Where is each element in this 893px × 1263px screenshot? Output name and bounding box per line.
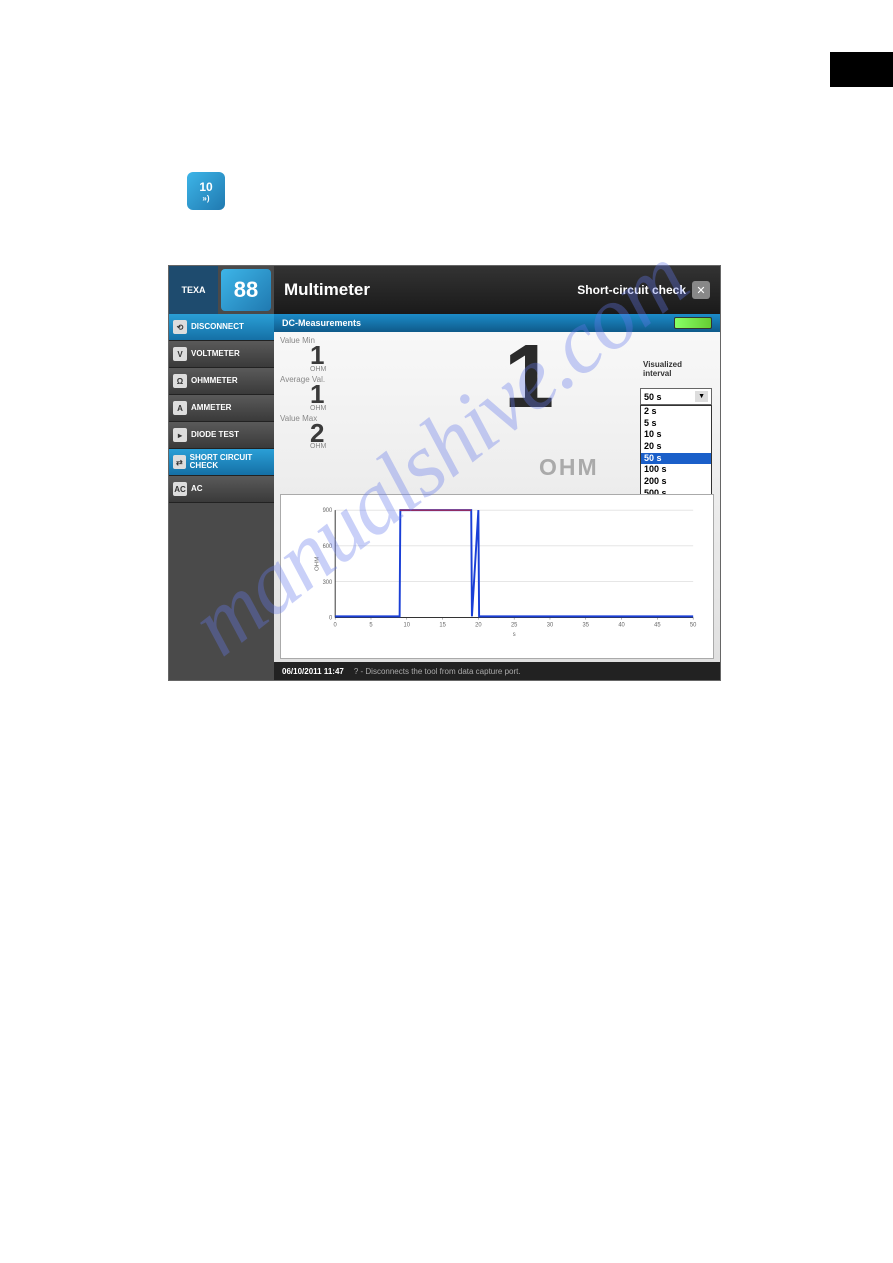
main-reading: 1 — [504, 337, 554, 418]
interval-option[interactable]: 2 s — [641, 406, 711, 418]
interval-option[interactable]: 50 s — [641, 453, 711, 465]
svg-text:15: 15 — [439, 623, 446, 629]
svg-text:20: 20 — [475, 623, 482, 629]
sidebar: TEXA 88 ⟲DISCONNECTVVOLTMETERΩOHMMETERAA… — [169, 266, 274, 680]
svg-text:35: 35 — [583, 623, 590, 629]
nav-icon: A — [173, 401, 187, 415]
nav-icon: ⟲ — [173, 320, 187, 334]
sidebar-item-voltmeter[interactable]: V VOLTMETER — [169, 341, 274, 368]
ohm-chart: 0 300 600 900 0 5 10 15 20 25 30 35 40 45 50 s OHM — [311, 505, 698, 638]
nav-label: VOLTMETER — [191, 350, 240, 358]
header-black-bar — [830, 52, 893, 87]
svg-text:s: s — [513, 632, 516, 638]
svg-text:300: 300 — [323, 580, 333, 586]
nav-icon: ▸ — [173, 428, 187, 442]
sidebar-item-disconnect[interactable]: ⟲ DISCONNECT — [169, 314, 274, 341]
sidebar-item-ac[interactable]: AC AC — [169, 476, 274, 503]
interval-option[interactable]: 5 s — [641, 418, 711, 430]
svg-text:600: 600 — [323, 544, 333, 550]
window-header: Multimeter Short-circuit check ✕ — [274, 266, 720, 314]
svg-text:40: 40 — [618, 623, 625, 629]
max-unit: OHM — [280, 443, 326, 450]
status-datetime: 06/10/2011 11:47 — [282, 667, 344, 676]
svg-text:5: 5 — [369, 623, 373, 629]
min-value: 1 — [280, 345, 326, 366]
min-unit: OHM — [280, 366, 326, 373]
small-icon-value: 10 — [199, 180, 212, 194]
svg-text:0: 0 — [334, 623, 338, 629]
interval-option[interactable]: 10 s — [641, 429, 711, 441]
logo-area: TEXA 88 — [169, 266, 274, 314]
sub-header: DC-Measurements — [274, 314, 720, 332]
svg-text:900: 900 — [323, 508, 333, 514]
sidebar-item-ohmmeter[interactable]: Ω OHMMETER — [169, 368, 274, 395]
interval-option[interactable]: 200 s — [641, 476, 711, 488]
sidebar-item-diode-test[interactable]: ▸ DIODE TEST — [169, 422, 274, 449]
signal-icon: ») — [202, 194, 209, 203]
brand-logo: TEXA — [169, 266, 218, 314]
interval-label: Visualized interval — [643, 360, 708, 378]
sidebar-item-ammeter[interactable]: A AMMETER — [169, 395, 274, 422]
nav-label: SHORT CIRCUIT CHECK — [190, 454, 274, 470]
content-area: Value Min 1 OHM Average Val. 1 OHM Value… — [274, 332, 720, 662]
window-title: Multimeter — [284, 280, 370, 300]
svg-text:50: 50 — [690, 623, 697, 629]
badge-display: 88 — [221, 269, 271, 311]
main-panel: Multimeter Short-circuit check ✕ DC-Meas… — [274, 266, 720, 680]
nav-label: DISCONNECT — [191, 323, 244, 331]
nav-label: OHMMETER — [191, 377, 238, 385]
nav-icon: ⇄ — [173, 455, 186, 469]
status-bar: 06/10/2011 11:47 ? - Disconnects the too… — [274, 662, 720, 680]
interval-dropdown[interactable]: 50 s — [640, 388, 712, 405]
svg-text:25: 25 — [511, 623, 518, 629]
multimeter-small-icon: 10 ») — [187, 172, 225, 210]
multimeter-window: TEXA 88 ⟲DISCONNECTVVOLTMETERΩOHMMETERAA… — [168, 265, 721, 681]
nav-icon: AC — [173, 482, 187, 496]
close-button[interactable]: ✕ — [692, 281, 710, 299]
svg-text:45: 45 — [654, 623, 661, 629]
nav-label: DIODE TEST — [191, 431, 239, 439]
unit-label: OHM — [539, 454, 599, 481]
svg-text:0: 0 — [329, 615, 333, 621]
nav-label: AC — [191, 485, 203, 493]
svg-text:30: 30 — [547, 623, 554, 629]
battery-icon — [674, 317, 712, 329]
max-value: 2 — [280, 423, 326, 444]
measurements-panel: Value Min 1 OHM Average Val. 1 OHM Value… — [280, 336, 326, 452]
nav-icon: Ω — [173, 374, 187, 388]
interval-selected: 50 s — [644, 392, 662, 402]
nav-icon: V — [173, 347, 187, 361]
svg-text:10: 10 — [404, 623, 411, 629]
status-message: ? - Disconnects the tool from data captu… — [354, 667, 521, 676]
sidebar-item-short-circuit-check[interactable]: ⇄ SHORT CIRCUIT CHECK — [169, 449, 274, 476]
nav-label: AMMETER — [191, 404, 231, 412]
sub-header-label: DC-Measurements — [282, 318, 361, 328]
avg-value: 1 — [280, 384, 326, 405]
chart-container: 0 300 600 900 0 5 10 15 20 25 30 35 40 45 50 s OHM — [280, 494, 714, 659]
window-subtitle: Short-circuit check — [577, 283, 686, 297]
interval-option[interactable]: 100 s — [641, 464, 711, 476]
avg-unit: OHM — [280, 405, 326, 412]
svg-text:OHM: OHM — [315, 557, 321, 571]
interval-option[interactable]: 20 s — [641, 441, 711, 453]
